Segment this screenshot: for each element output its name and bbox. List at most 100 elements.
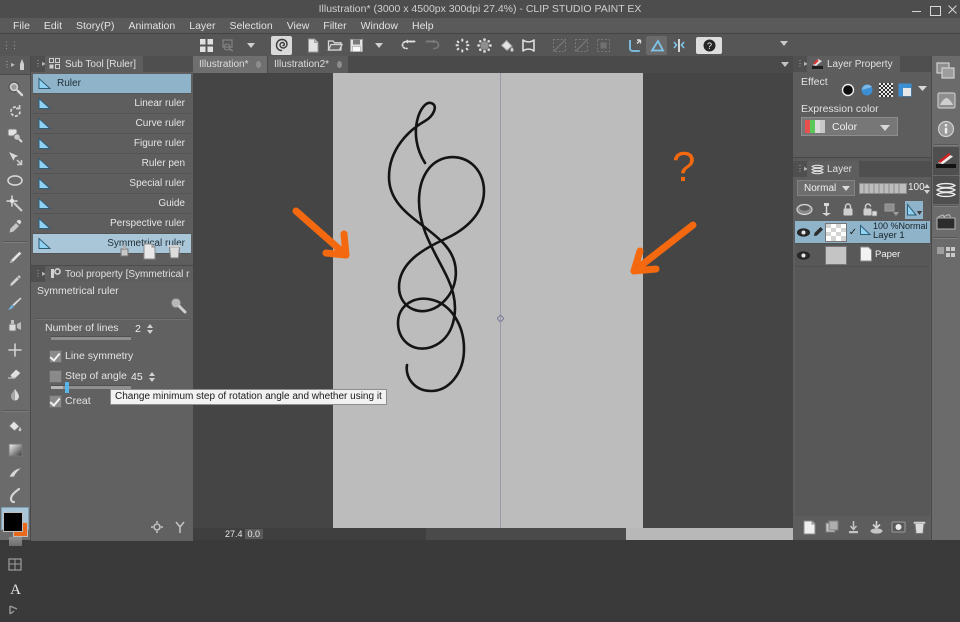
tool-brush[interactable] — [1, 292, 29, 315]
invert-selection-button[interactable] — [593, 36, 614, 55]
sub-tool-item-ruler[interactable]: Ruler — [33, 74, 191, 94]
tool-frame[interactable] — [1, 553, 29, 576]
visibility-eye-icon[interactable] — [795, 251, 811, 260]
menu-filter[interactable]: Filter — [316, 18, 353, 34]
prop-value[interactable]: 2 — [135, 323, 141, 335]
minimize-button[interactable] — [911, 4, 922, 15]
symmetry-ruler-node-icon[interactable] — [497, 313, 504, 320]
ruler-range-button[interactable] — [905, 201, 923, 219]
tool-balloon[interactable] — [1, 599, 29, 622]
maximize-button[interactable] — [929, 4, 940, 15]
tool-airbrush[interactable] — [1, 315, 29, 338]
dock-layer-property-button[interactable] — [933, 147, 959, 175]
close-icon[interactable] — [337, 61, 342, 68]
close-icon[interactable] — [256, 61, 261, 68]
help-button[interactable]: ? — [696, 37, 722, 54]
menu-window[interactable]: Window — [354, 18, 405, 34]
layer-property-tab[interactable]: Layer Property — [807, 56, 900, 72]
step-of-angle-checkbox[interactable] — [49, 370, 62, 383]
tool-move-layer[interactable] — [1, 123, 29, 146]
save-dropdown-button[interactable] — [368, 36, 389, 55]
effect-dropdown-button[interactable] — [917, 83, 931, 97]
quick-access-button[interactable] — [218, 36, 239, 55]
menu-layer[interactable]: Layer — [182, 18, 222, 34]
tool-figure[interactable] — [1, 461, 29, 484]
redo-button[interactable] — [421, 36, 442, 55]
tool-selection[interactable] — [1, 169, 29, 192]
palette-color-button[interactable] — [795, 201, 813, 219]
fill-selection-button[interactable] — [474, 36, 495, 55]
tool-decoration[interactable] — [1, 338, 29, 361]
sub-tool-item-guide[interactable]: Guide — [33, 194, 191, 214]
tool-fill[interactable] — [1, 415, 29, 438]
clip-studio-launcher-button[interactable] — [196, 36, 217, 55]
opacity-value[interactable]: 100 — [908, 182, 925, 193]
tool-settings-button[interactable] — [173, 520, 187, 537]
undo-button[interactable] — [399, 36, 420, 55]
tool-zoom[interactable] — [1, 77, 29, 100]
menu-view[interactable]: View — [280, 18, 317, 34]
effect-none-button[interactable] — [841, 83, 855, 97]
blend-mode-dropdown[interactable]: Normal — [797, 180, 855, 196]
symmetry-ruler-line[interactable] — [500, 73, 501, 528]
deselect-button[interactable] — [571, 36, 592, 55]
combine-down-button[interactable] — [869, 520, 883, 535]
canvas-paper[interactable] — [333, 73, 643, 528]
canvas-viewport[interactable] — [193, 73, 793, 528]
layer-thumbnail[interactable] — [825, 223, 847, 242]
new-raster-layer-button[interactable] — [803, 520, 817, 535]
new-file-button[interactable] — [302, 36, 323, 55]
sub-tool-item-figure-ruler[interactable]: Figure ruler — [33, 134, 191, 154]
show-all-subtools-button[interactable] — [117, 243, 133, 260]
transform-button[interactable] — [518, 36, 539, 55]
magnifier-icon[interactable] — [169, 296, 187, 314]
dock-animation-button[interactable] — [933, 208, 959, 236]
tool-rotate[interactable] — [1, 100, 29, 123]
clear-button[interactable] — [452, 36, 473, 55]
new-folder-button[interactable] — [825, 520, 839, 535]
lock-transparent-pixels-button[interactable] — [861, 201, 879, 219]
effect-tone-button[interactable] — [879, 83, 893, 97]
line-symmetry-checkbox[interactable] — [49, 350, 62, 363]
create-subtool-button[interactable] — [142, 243, 158, 260]
snap-to-ruler-button[interactable] — [624, 36, 645, 55]
select-all-button[interactable] — [549, 36, 570, 55]
dock-info-button[interactable] — [933, 115, 959, 143]
menu-file[interactable]: File — [6, 18, 37, 34]
quick-access-dropdown-button[interactable] — [240, 36, 261, 55]
tool-pen[interactable] — [1, 246, 29, 269]
menu-help[interactable]: Help — [405, 18, 441, 34]
sub-tool-item-linear-ruler[interactable]: Linear ruler — [33, 94, 191, 114]
layer-row-layer-1[interactable]: ✓ 100 %Normal Layer 1 — [795, 221, 930, 244]
layer-tab[interactable]: Layer — [807, 161, 859, 177]
tool-gradient[interactable] — [1, 438, 29, 461]
menu-animation[interactable]: Animation — [122, 18, 183, 34]
opacity-slider[interactable] — [859, 183, 907, 194]
save-file-button[interactable] — [346, 36, 367, 55]
document-tab-illustration[interactable]: Illustration* — [193, 56, 267, 73]
clip-to-layer-button[interactable] — [817, 201, 835, 219]
delete-layer-button[interactable] — [913, 520, 927, 535]
main-color-swatch[interactable] — [3, 512, 23, 532]
prop-value[interactable]: 45 — [131, 371, 143, 383]
zoom-value[interactable]: 27.4 — [223, 529, 245, 539]
menu-story[interactable]: Story(P) — [69, 18, 122, 34]
mask-enable-button[interactable] — [883, 201, 901, 219]
tool-text[interactable]: A — [1, 576, 29, 599]
fill-bucket-button[interactable] — [496, 36, 517, 55]
clip-studio-paint-button[interactable] — [271, 36, 292, 55]
tool-frame-border[interactable] — [1, 484, 29, 507]
sub-tool-item-special-ruler[interactable]: Special ruler — [33, 174, 191, 194]
sub-tool-tab[interactable]: Sub Tool [Ruler] — [45, 56, 143, 72]
document-tab-illustration2[interactable]: Illustration2* — [268, 56, 348, 73]
reset-settings-button[interactable] — [150, 520, 164, 537]
tool-eraser[interactable] — [1, 361, 29, 384]
layer-mask-button[interactable] — [891, 520, 905, 535]
delete-subtool-button[interactable] — [167, 243, 183, 260]
open-file-button[interactable] — [324, 36, 345, 55]
command-bar-overflow-icon[interactable] — [780, 41, 788, 46]
sub-tool-item-perspective-ruler[interactable]: Perspective ruler — [33, 214, 191, 234]
color-swatches[interactable] — [3, 512, 27, 536]
effect-layer-color-button[interactable] — [898, 83, 912, 97]
opacity-stepper[interactable] — [924, 183, 930, 194]
